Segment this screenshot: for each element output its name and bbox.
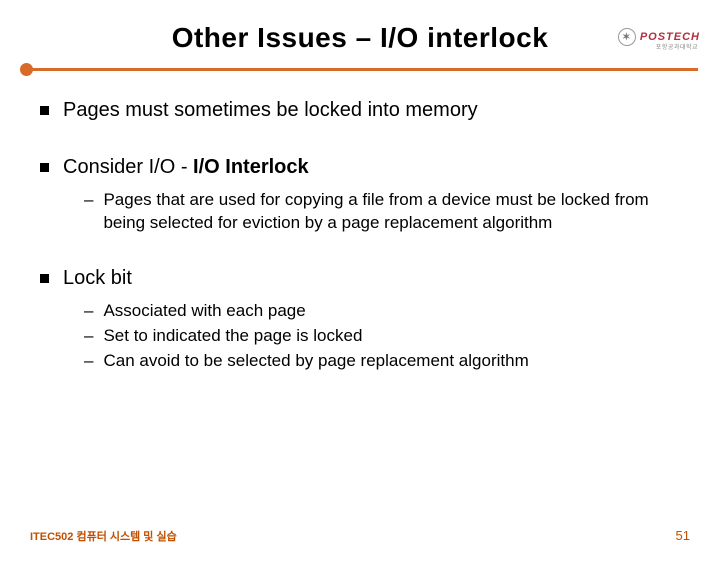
square-bullet-icon [40,106,49,115]
bullet-3-sub-2: – Set to indicated the page is locked [84,325,680,348]
bullet-3-sub-3-text: Can avoid to be selected by page replace… [103,350,528,373]
course-label: ITEC502 컴퓨터 시스템 및 실습 [30,528,177,544]
bullet-2-text: Consider I/O - I/O Interlock [63,154,309,181]
bullet-3-sub-2-text: Set to indicated the page is locked [103,325,362,348]
divider [22,68,698,71]
bullet-2-prefix: Consider I/O - [63,156,193,178]
bullet-2-sublist: – Pages that are used for copying a file… [84,189,680,235]
bullet-3-sub-1: – Associated with each page [84,300,680,323]
bullet-1: Pages must sometimes be locked into memo… [40,97,680,124]
slide-body: Pages must sometimes be locked into memo… [0,71,720,373]
dash-icon: – [84,189,93,235]
bullet-3-sub-3: – Can avoid to be selected by page repla… [84,350,680,373]
footer: ITEC502 컴퓨터 시스템 및 실습 51 [0,528,720,544]
page-number: 51 [676,528,690,544]
bullet-2: Consider I/O - I/O Interlock [40,154,680,181]
crest-icon: ✶ [618,28,636,46]
dash-icon: – [84,300,93,323]
square-bullet-icon [40,163,49,172]
bullet-1-text: Pages must sometimes be locked into memo… [63,97,478,124]
bullet-3-sublist: – Associated with each page – Set to ind… [84,300,680,373]
dash-icon: – [84,350,93,373]
logo-subtitle: 포항공과대학교 [656,42,698,51]
square-bullet-icon [40,274,49,283]
bullet-3: Lock bit [40,265,680,292]
bullet-2-bold: I/O Interlock [193,156,309,178]
dash-icon: – [84,325,93,348]
bullet-3-sub-1-text: Associated with each page [103,300,305,323]
bullet-2-sub-1-text: Pages that are used for copying a file f… [103,189,680,235]
bullet-3-text: Lock bit [63,265,132,292]
bullet-2-sub-1: – Pages that are used for copying a file… [84,189,680,235]
slide-title: Other Issues – I/O interlock [0,22,720,54]
